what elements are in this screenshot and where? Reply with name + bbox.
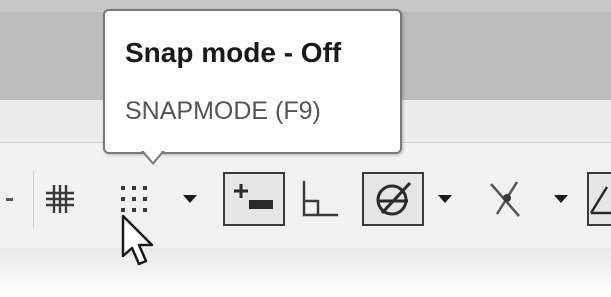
isometric-drafting-button[interactable]: [478, 172, 534, 226]
tooltip-command: SNAPMODE (F9): [125, 97, 321, 125]
dynamic-input-icon: [234, 184, 273, 209]
polar-tracking-dropdown[interactable]: [432, 172, 458, 226]
status-bar-bottom-edge: [0, 248, 611, 297]
tooltip-pointer-fill: [143, 150, 163, 162]
grid-icon: [46, 185, 74, 213]
snap-mode-tooltip: Snap mode - Off SNAPMODE (F9): [103, 9, 402, 154]
grid-display-button[interactable]: [40, 172, 80, 226]
isometric-drafting-icon: [490, 181, 520, 217]
chevron-down-icon: [183, 195, 197, 203]
isometric-drafting-dropdown[interactable]: [548, 172, 574, 226]
chevron-down-icon: [554, 195, 568, 203]
polar-tracking-icon: [376, 181, 412, 216]
object-snap-tracking-button[interactable]: [587, 172, 611, 226]
tooltip-title: Snap mode - Off: [125, 37, 342, 68]
mouse-pointer-icon: [121, 214, 154, 266]
previous-tool-edge: [6, 198, 13, 201]
object-snap-tracking-icon: [589, 186, 611, 215]
ortho-mode-icon: [302, 181, 338, 217]
toolbar-divider: [33, 170, 34, 228]
dynamic-input-button[interactable]: [223, 172, 285, 226]
snap-mode-icon: [121, 186, 147, 212]
chevron-down-icon: [438, 195, 452, 203]
polar-tracking-button[interactable]: [362, 172, 424, 226]
ortho-mode-button[interactable]: [294, 172, 346, 226]
snap-mode-dropdown[interactable]: [176, 172, 204, 226]
